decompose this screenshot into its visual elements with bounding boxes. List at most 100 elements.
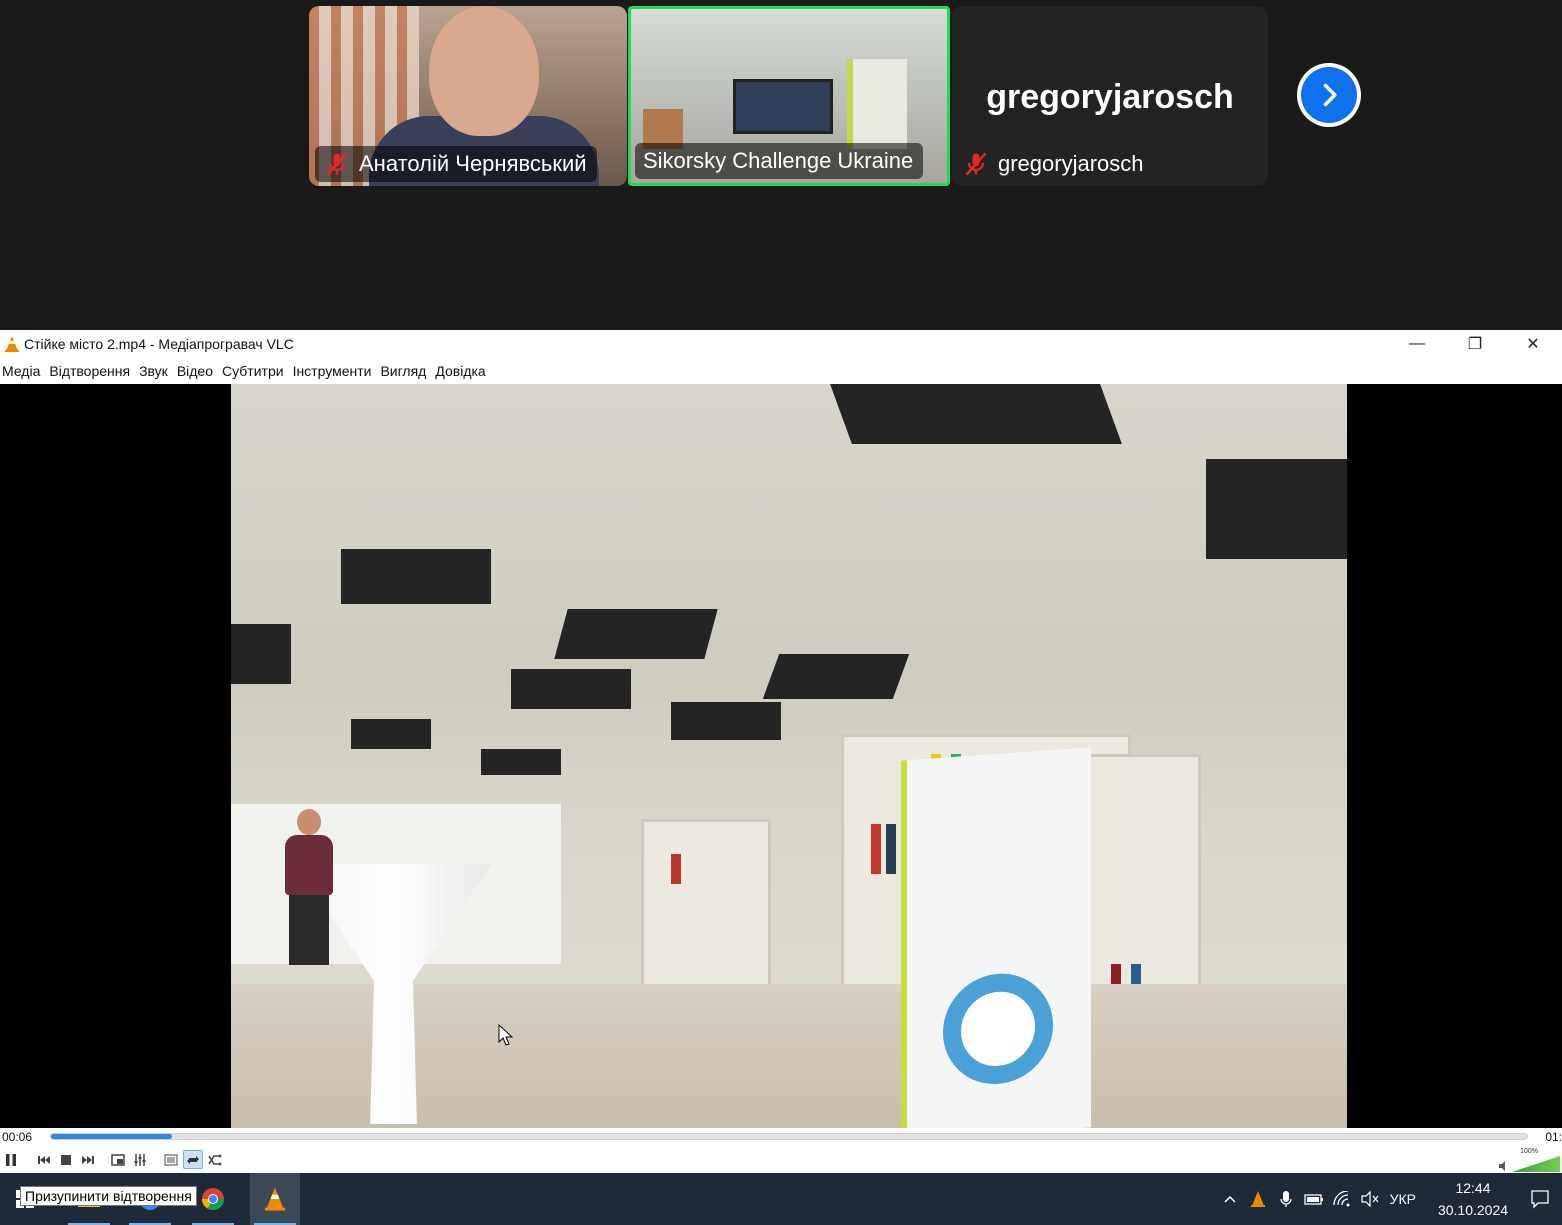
participant-tile-3[interactable]: gregoryjarosch gregoryjarosch	[952, 6, 1268, 186]
clock[interactable]: 12:44 30.10.2024	[1428, 1177, 1518, 1221]
clock-date: 30.10.2024	[1437, 1202, 1509, 1218]
roll-up-banner	[901, 747, 1091, 1128]
mic-muted-icon	[326, 152, 348, 176]
pause-icon	[6, 1153, 16, 1166]
menu-audio[interactable]: Звук	[137, 363, 175, 379]
chevron-right-icon	[1323, 83, 1337, 107]
equalizer-icon	[134, 1153, 146, 1166]
wifi-icon	[1332, 1191, 1350, 1207]
pause-button[interactable]	[1, 1150, 21, 1169]
input-language-indicator[interactable]: УКР	[1384, 1191, 1428, 1207]
seek-progress-fill	[51, 1134, 173, 1139]
tray-network-button[interactable]	[1328, 1173, 1356, 1225]
next-page-button[interactable]	[1297, 63, 1361, 127]
fullscreen-button[interactable]	[108, 1150, 128, 1169]
fullscreen-icon	[111, 1153, 125, 1166]
skip-back-icon	[38, 1155, 50, 1164]
speaker-icon	[1499, 1161, 1505, 1171]
ceiling-panel	[554, 609, 718, 659]
participant-name: Анатолій Чернявський	[359, 151, 587, 176]
menu-view[interactable]: Вигляд	[378, 363, 433, 379]
playlist-button[interactable]	[161, 1150, 181, 1169]
tooltip: Призупинити відтворення	[20, 1186, 197, 1206]
menu-help[interactable]: Довідка	[433, 363, 492, 379]
person-in-video	[281, 809, 336, 969]
show-hidden-icons-button[interactable]	[1216, 1173, 1244, 1225]
vlc-cone-icon	[1250, 1191, 1265, 1207]
video-banner	[847, 59, 907, 149]
video-output[interactable]	[0, 384, 1562, 1128]
menu-video[interactable]: Відео	[175, 363, 220, 379]
previous-button[interactable]	[34, 1150, 54, 1169]
participant-tile-2[interactable]: Sikorsky Challenge Ukraine	[628, 6, 950, 186]
next-button[interactable]	[78, 1150, 98, 1169]
ceiling-panel	[671, 702, 781, 740]
menu-bar: Медіа Відтворення Звук Відео Субтитри Ін…	[0, 358, 1562, 384]
zoom-gallery-strip: Анатолій Чернявський Sikorsky Challenge …	[0, 0, 1562, 330]
participant-name: Sikorsky Challenge Ukraine	[643, 148, 914, 173]
window-title: Стійке місто 2.mp4 - Медіапрогравач VLC	[24, 336, 294, 352]
book	[871, 824, 881, 874]
loop-button[interactable]	[183, 1150, 203, 1169]
menu-tools[interactable]: Інструменти	[291, 363, 379, 379]
banner-logo	[943, 970, 1053, 1088]
volume-level-label: 100%	[1520, 1148, 1538, 1155]
mouse-cursor-icon	[498, 1024, 514, 1046]
battery-icon	[1303, 1194, 1323, 1205]
ceiling-panel	[481, 749, 561, 775]
ceiling-panel	[231, 624, 291, 684]
participant-name-tag: Sikorsky Challenge Ukraine	[635, 143, 924, 179]
participant-name-tag: Анатолій Чернявський	[315, 146, 597, 182]
vlc-cone-icon	[5, 336, 19, 352]
time-elapsed: 00:06	[2, 1130, 33, 1144]
restore-button[interactable]: ❐	[1446, 330, 1504, 358]
vlc-cone-icon	[264, 1187, 286, 1211]
participant-display-name: gregoryjarosch	[986, 78, 1234, 116]
chevron-up-icon	[1224, 1195, 1236, 1203]
video-screen	[733, 79, 833, 134]
volume-slider[interactable]: 100%	[1498, 1148, 1560, 1172]
menu-playback[interactable]: Відтворення	[47, 363, 137, 379]
windows-taskbar: Призупинити відтворення УКР 12:44 30.10.…	[0, 1173, 1562, 1225]
book	[671, 854, 681, 884]
loop-icon	[187, 1155, 199, 1164]
chrome-icon	[202, 1188, 224, 1210]
notification-icon	[1531, 1190, 1549, 1209]
clock-time: 12:44	[1455, 1180, 1491, 1196]
seek-slider[interactable]	[50, 1133, 1528, 1140]
title-bar[interactable]: Стійке місто 2.mp4 - Медіапрогравач VLC …	[0, 330, 1562, 358]
playback-controls: 100%	[0, 1148, 1562, 1173]
participant-name-tag: gregoryjarosch	[954, 146, 1154, 182]
tray-battery-button[interactable]	[1300, 1173, 1328, 1225]
tray-volume-button[interactable]	[1356, 1173, 1384, 1225]
video-frame	[231, 384, 1347, 1128]
shuffle-icon	[208, 1153, 222, 1166]
system-tray: УКР 12:44 30.10.2024	[1216, 1173, 1562, 1225]
taskbar-app-vlc[interactable]	[250, 1173, 300, 1225]
minimize-button[interactable]: —	[1388, 330, 1446, 358]
playlist-icon	[164, 1154, 178, 1165]
action-center-button[interactable]	[1518, 1173, 1562, 1225]
stop-button[interactable]	[56, 1150, 76, 1169]
close-button[interactable]: ✕	[1504, 330, 1562, 358]
skip-forward-icon	[82, 1155, 94, 1164]
tray-vlc-button[interactable]	[1244, 1173, 1272, 1225]
volume-level-fill	[1512, 1156, 1560, 1172]
microphone-icon	[1279, 1191, 1292, 1207]
ceiling-panel	[351, 719, 431, 749]
speaker-muted-icon	[1361, 1191, 1379, 1207]
ceiling-panel	[830, 384, 1122, 444]
ceiling-panel	[341, 549, 491, 604]
ceiling-panel	[511, 669, 631, 709]
vlc-window: Стійке місто 2.mp4 - Медіапрогравач VLC …	[0, 330, 1562, 1173]
time-total[interactable]: 01:	[1545, 1130, 1562, 1144]
participant-name: gregoryjarosch	[998, 151, 1144, 176]
shuffle-button[interactable]	[205, 1150, 225, 1169]
menu-media[interactable]: Медіа	[0, 363, 47, 379]
book	[886, 824, 896, 874]
extended-settings-button[interactable]	[130, 1150, 150, 1169]
participant-tile-1[interactable]: Анатолій Чернявський	[309, 6, 627, 186]
menu-subtitles[interactable]: Субтитри	[220, 363, 291, 379]
ceiling-panel	[1206, 459, 1347, 559]
tray-microphone-button[interactable]	[1272, 1173, 1300, 1225]
